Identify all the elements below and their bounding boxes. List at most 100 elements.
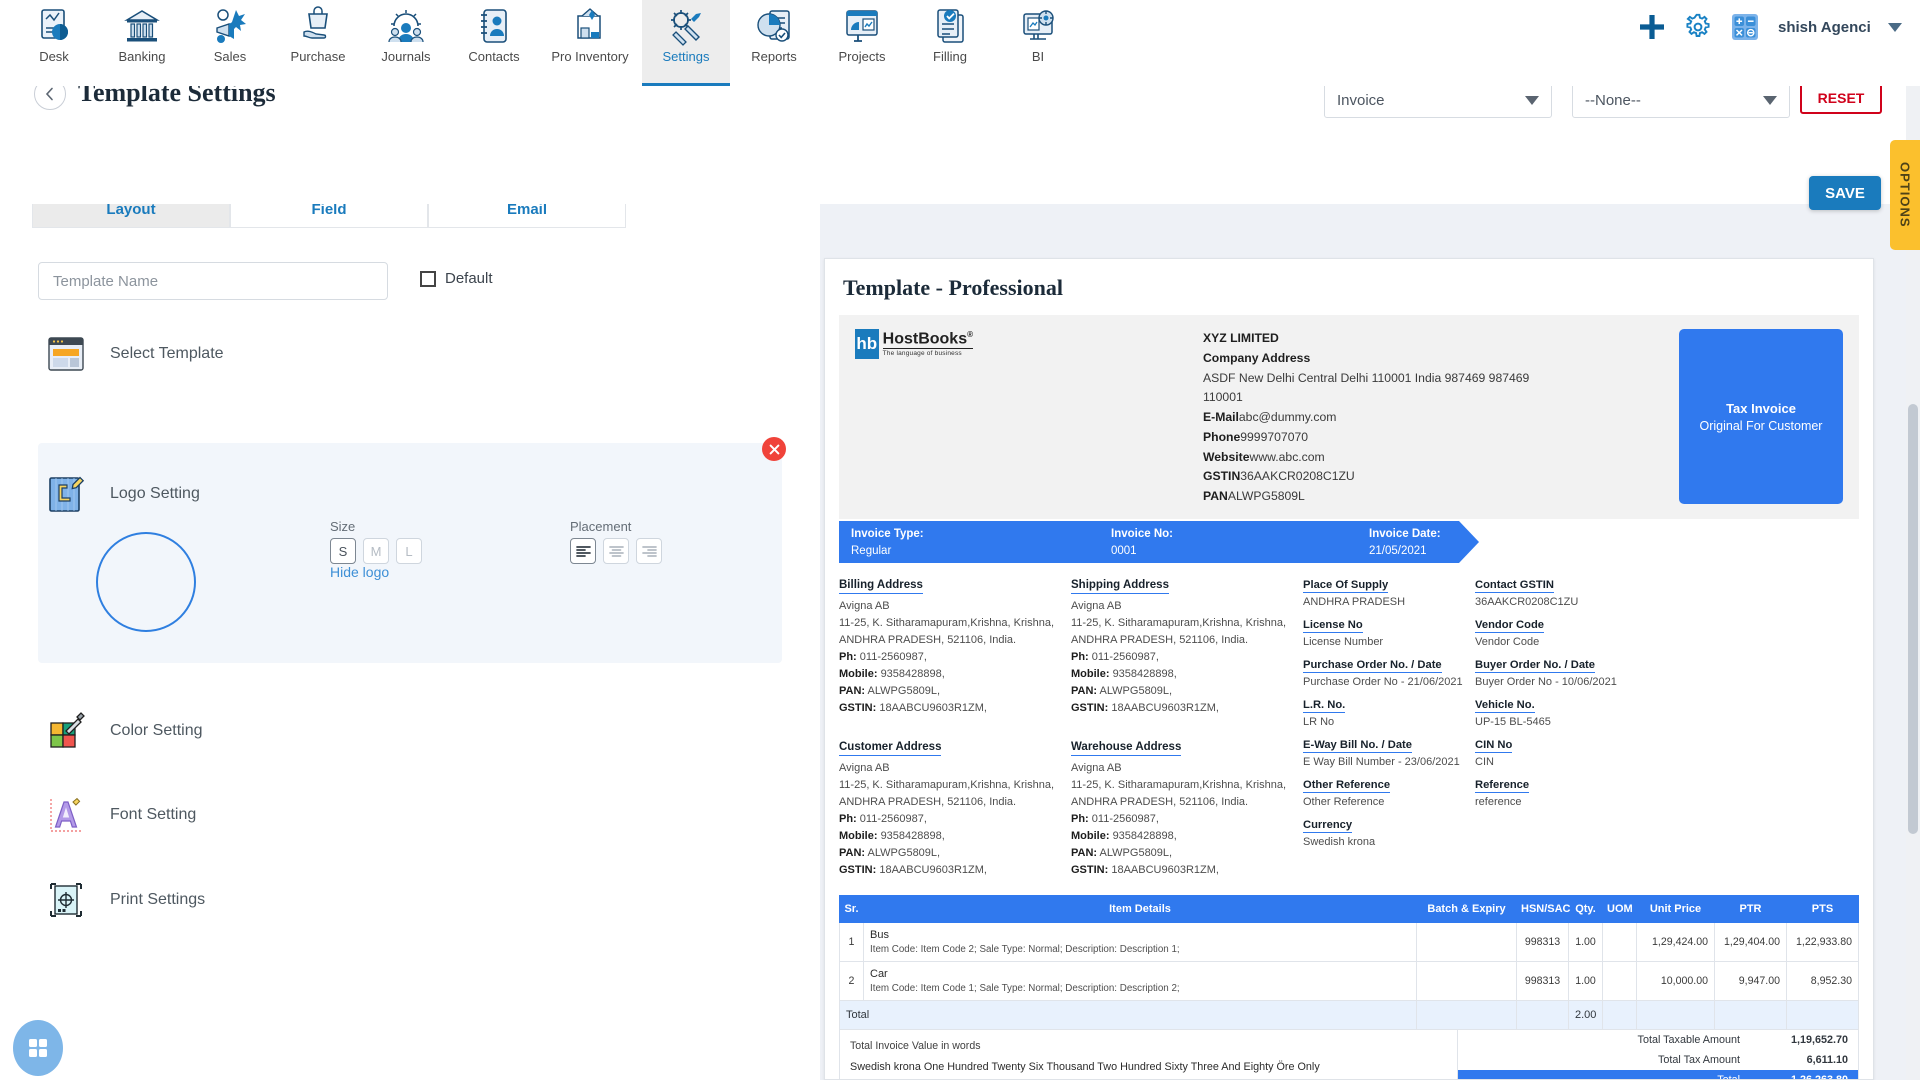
- tab-field[interactable]: Field: [230, 204, 428, 228]
- nav-item-desk[interactable]: Desk: [10, 0, 98, 86]
- nav-item-reports[interactable]: Reports: [730, 0, 818, 86]
- col-sr: Sr.: [839, 895, 864, 924]
- items-table-header-row: Sr. Item Details Batch & Expiry HSN/SAC …: [839, 895, 1859, 924]
- nav-item-contacts[interactable]: Contacts: [450, 0, 538, 86]
- company-website: www.abc.com: [1249, 449, 1325, 464]
- nav-item-pro-inventory[interactable]: Pro Inventory: [538, 0, 642, 86]
- document-type-value: Invoice: [1337, 91, 1385, 109]
- tab-email[interactable]: Email: [428, 204, 626, 228]
- nav-item-filling[interactable]: Filling: [906, 0, 994, 86]
- purchase-bag-icon: [303, 6, 328, 39]
- preview-title: Template - Professional: [843, 275, 1063, 300]
- nav-item-label: Sales: [213, 49, 247, 64]
- plus-icon[interactable]: [1638, 13, 1666, 41]
- nav-item-sales[interactable]: Sales: [186, 0, 274, 86]
- nav-item-journals[interactable]: Journals: [362, 0, 450, 86]
- calculator-icon[interactable]: [1730, 12, 1760, 42]
- meta-a-0: Place Of Supply ANDHRA PRADESH: [1303, 578, 1406, 608]
- inventory-cart-icon: [577, 8, 601, 39]
- meta-a-1: License No License Number: [1303, 618, 1384, 648]
- col-hsn-sac: HSN/SAC: [1516, 895, 1571, 924]
- invoice-preview-panel: Template - Professional hb HostBooks® Th…: [824, 258, 1874, 1080]
- default-checkbox[interactable]: [420, 270, 436, 287]
- print-settings-icon: [50, 883, 82, 917]
- top-navigation: Desk Banking Sales Purchase Journals Contacts…: [0, 0, 1920, 86]
- secondary-select[interactable]: --None--: [1572, 82, 1790, 118]
- options-side-tab[interactable]: OPTIONS: [1890, 140, 1920, 250]
- setting-row-color-setting[interactable]: Color Setting: [0, 709, 820, 753]
- nav-item-settings[interactable]: Settings: [642, 0, 730, 86]
- chevron-down-icon[interactable]: [1888, 22, 1902, 32]
- company-pan: ALWPG5809L: [1227, 489, 1305, 504]
- logo-setting-label: Logo Setting: [110, 485, 200, 502]
- logo-size-group: S M L: [330, 538, 422, 564]
- item-name: Car: [870, 968, 888, 981]
- col-unit-price: Unit Price: [1636, 895, 1715, 924]
- setting-row-print-settings[interactable]: Print Settings: [0, 878, 820, 922]
- nav-item-bi[interactable]: BI: [994, 0, 1082, 86]
- meta-b-1: Vendor Code Vendor Code: [1475, 618, 1544, 648]
- chevron-down-icon: [1763, 95, 1777, 105]
- nav-item-label: Projects: [838, 49, 886, 64]
- logo-setting-close-button[interactable]: [762, 437, 786, 461]
- journals-people-icon: [388, 10, 424, 43]
- save-button[interactable]: SAVE: [1809, 176, 1881, 210]
- invoice-type-cell: Invoice Type: Regular: [851, 527, 924, 557]
- nav-item-banking[interactable]: Banking: [98, 0, 186, 86]
- logo-preview-circle[interactable]: [96, 532, 196, 632]
- items-total-label: Total: [839, 1000, 1417, 1031]
- logo-size-l[interactable]: L: [396, 538, 422, 564]
- nav-item-label: Filling: [933, 49, 967, 64]
- align-left-icon: [575, 545, 591, 557]
- meta-b-2: Buyer Order No. / Date Buyer Order No - 1…: [1475, 658, 1617, 688]
- hide-logo-link[interactable]: Hide logo: [330, 564, 389, 580]
- setting-row-font-setting[interactable]: Font Setting: [0, 793, 820, 837]
- font-setting-icon: [50, 797, 83, 832]
- setting-row-logo-setting[interactable]: Logo Setting: [0, 472, 820, 516]
- select-template-icon: [48, 337, 84, 371]
- tab-layout[interactable]: Layout: [32, 204, 230, 228]
- align-right-button[interactable]: [636, 538, 662, 564]
- logo-size-s[interactable]: S: [330, 538, 356, 564]
- secondary-select-value: --None--: [1585, 91, 1641, 109]
- company-email: abc@dummy.com: [1238, 410, 1337, 425]
- grid-apps-icon: [29, 1039, 47, 1057]
- col-qty: Qty.: [1568, 895, 1603, 924]
- template-name-input[interactable]: [38, 262, 388, 300]
- gear-icon[interactable]: [1684, 13, 1712, 41]
- setting-row-select-template[interactable]: Select Template: [0, 332, 820, 376]
- align-left-button[interactable]: [570, 538, 596, 564]
- page-scrollbar-thumb[interactable]: [1908, 404, 1918, 834]
- grand-total-row: Total 1,26,263.80: [1458, 1070, 1858, 1079]
- account-name[interactable]: shish Agencie: [1778, 19, 1870, 36]
- nav-item-label: Settings: [662, 49, 710, 64]
- company-name: XYZ LIMITED: [1203, 331, 1279, 345]
- col-item-details: Item Details: [863, 895, 1417, 924]
- nav-item-purchase[interactable]: Purchase: [274, 0, 362, 86]
- align-center-icon: [608, 545, 624, 557]
- nav-item-label: BI: [1031, 49, 1045, 64]
- customer-address-block: Customer Address Avigna AB 11-25, K. Sit…: [839, 737, 1071, 879]
- col-batch-expiry: Batch & Expiry: [1416, 895, 1517, 924]
- logo-size-m[interactable]: M: [363, 538, 389, 564]
- reset-button[interactable]: RESET: [1800, 82, 1882, 114]
- company-phone: 9999707070: [1240, 429, 1309, 444]
- align-center-button[interactable]: [603, 538, 629, 564]
- nav-item-label: Purchase: [290, 49, 346, 64]
- item-name: Bus: [870, 929, 889, 942]
- nav-item-label: Journals: [381, 49, 431, 64]
- nav-item-projects[interactable]: Projects: [818, 0, 906, 86]
- invoice-words-block: Total Invoice Value in words Swedish kro…: [840, 1030, 1458, 1079]
- document-type-select-wrap: Invoice: [1324, 82, 1552, 118]
- bi-monitor-icon: [1023, 10, 1054, 40]
- bank-building-icon: [124, 10, 160, 42]
- apps-floating-button[interactable]: [13, 1020, 63, 1076]
- company-address-label: Company Address: [1203, 350, 1311, 365]
- chevron-left-icon: [45, 87, 53, 101]
- hostbooks-logo: hb HostBooks® The language of business: [855, 329, 973, 359]
- desk-chart-icon: [41, 9, 68, 40]
- invoice-date-cell: Invoice Date: 21/05/2021: [1369, 527, 1441, 557]
- document-type-select[interactable]: Invoice: [1324, 82, 1552, 118]
- invoice-words-value: Swedish krona One Hundred Twenty Six Tho…: [850, 1061, 1320, 1074]
- app-root: Desk Banking Sales Purchase Journals Contacts…: [0, 0, 1920, 1080]
